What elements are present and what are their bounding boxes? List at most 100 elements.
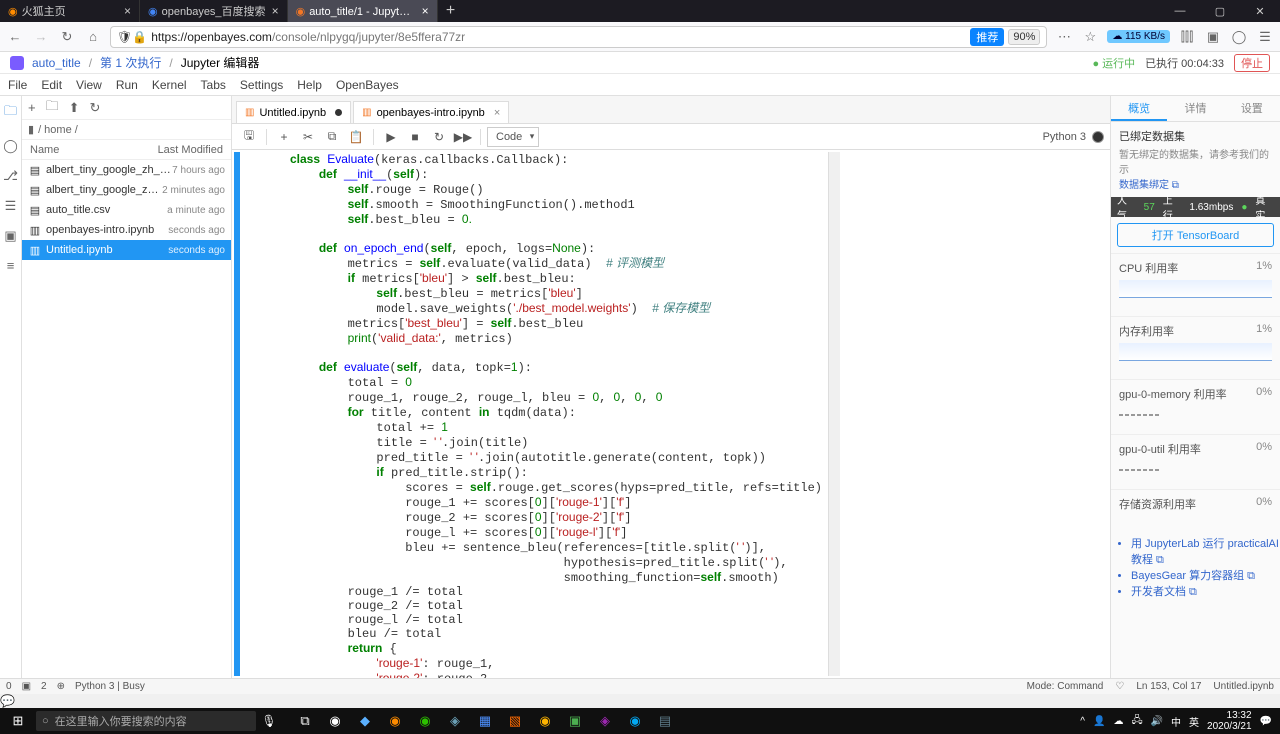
sidebar-icon[interactable]: ▣ xyxy=(1204,28,1222,46)
project-link[interactable]: auto_title xyxy=(32,56,81,70)
restart-button[interactable]: ↻ xyxy=(428,127,450,147)
run-link[interactable]: 第 1 次执行 xyxy=(100,54,161,71)
menu-settings[interactable]: Settings xyxy=(240,78,283,92)
folder-icon[interactable]: 🗀 xyxy=(4,102,17,124)
back-button[interactable]: ← xyxy=(6,28,24,46)
menu-view[interactable]: View xyxy=(76,78,102,92)
git-icon[interactable]: ⎇ xyxy=(3,168,18,184)
app4-icon[interactable]: ◉ xyxy=(530,708,560,734)
app5-icon[interactable]: ▣ xyxy=(560,708,590,734)
menu-icon[interactable]: ☰ xyxy=(1256,28,1274,46)
chrome-icon[interactable]: ◉ xyxy=(320,708,350,734)
library-icon[interactable]: ⫿⫿⫿ xyxy=(1178,28,1196,46)
restart-run-button[interactable]: ▶▶ xyxy=(452,127,474,147)
app-icon[interactable]: ◆ xyxy=(350,708,380,734)
tensorboard-button[interactable]: 打开 TensorBoard xyxy=(1117,223,1274,247)
sb-tab-icon[interactable]: ▣ xyxy=(22,681,31,692)
cell-type-select[interactable]: Code xyxy=(487,127,539,147)
vscode-icon[interactable]: ◈ xyxy=(440,708,470,734)
tray-cloud-icon[interactable]: ☁ xyxy=(1113,716,1123,727)
app3-icon[interactable]: ▧ xyxy=(500,708,530,734)
account-icon[interactable]: ◯ xyxy=(1230,28,1248,46)
tab-intro[interactable]: ▥openbayes-intro.ipynb× xyxy=(353,101,509,123)
sb-two[interactable]: 2 xyxy=(41,681,47,692)
copy-button[interactable]: ⧉ xyxy=(321,127,343,147)
cut-button[interactable]: ✂ xyxy=(297,127,319,147)
link-docs[interactable]: 开发者文档 ⧉ xyxy=(1131,584,1280,600)
menu-openbayes[interactable]: OpenBayes xyxy=(336,78,399,92)
browser-tab-1[interactable]: ◉火狐主页× xyxy=(0,0,140,22)
start-button[interactable]: ⊞ xyxy=(0,713,36,729)
tray-vol-icon[interactable]: 🔊 xyxy=(1151,716,1163,727)
wechat-icon[interactable]: ◉ xyxy=(410,708,440,734)
stop-button[interactable]: 停止 xyxy=(1234,54,1270,72)
recommend-badge[interactable]: 推荐 xyxy=(970,28,1004,46)
zoom-level[interactable]: 90% xyxy=(1008,29,1040,45)
extension-icon[interactable]: ≡ xyxy=(7,258,15,273)
tray-net-icon[interactable]: 🖧 xyxy=(1131,713,1142,730)
menu-kernel[interactable]: Kernel xyxy=(152,78,187,92)
browser-tab-3[interactable]: ◉auto_title/1 - Jupyter 编辑器× xyxy=(288,0,438,22)
kernel-name[interactable]: Python 3 xyxy=(1043,131,1086,143)
search-box[interactable]: ○在这里输入你要搜索的内容 xyxy=(36,711,256,731)
running-icon[interactable]: ◯ xyxy=(3,138,18,154)
notification-icon[interactable]: 💬 xyxy=(1260,716,1272,727)
app8-icon[interactable]: ▤ xyxy=(650,708,680,734)
scrollbar[interactable] xyxy=(828,152,840,676)
forward-button[interactable]: → xyxy=(32,28,50,46)
clock[interactable]: 13:322020/3/21 xyxy=(1207,710,1252,732)
new-launcher-icon[interactable]: + xyxy=(28,100,36,115)
sb-launcher[interactable]: ⊕ xyxy=(57,681,65,692)
link-bayesgear[interactable]: BayesGear 算力容器组 ⧉ xyxy=(1131,568,1280,584)
file-row[interactable]: ▥openbayes-intro.ipynbseconds ago xyxy=(22,220,231,240)
firefox-icon[interactable]: ◉ xyxy=(380,708,410,734)
file-row[interactable]: ▤albert_tiny_google_zh_489k7 hours ago xyxy=(22,160,231,180)
stop-button[interactable]: ■ xyxy=(404,127,426,147)
paste-button[interactable]: 📋 xyxy=(345,127,367,147)
minimize-button[interactable]: — xyxy=(1160,5,1200,18)
browser-tab-2[interactable]: ◉openbayes_百度搜索× xyxy=(140,0,288,22)
tab-untitled[interactable]: ▥Untitled.ipynb xyxy=(236,101,351,123)
new-tab-button[interactable]: + xyxy=(438,2,464,20)
run-button[interactable]: ▶ xyxy=(380,127,402,147)
commands-icon[interactable]: ☰ xyxy=(5,198,17,214)
tab-settings[interactable]: 设置 xyxy=(1224,96,1280,121)
tray-ime2[interactable]: 英 xyxy=(1189,714,1199,729)
breadcrumb[interactable]: ▮ / home / xyxy=(22,120,231,140)
tabs-icon[interactable]: ▣ xyxy=(4,228,16,244)
new-folder-icon[interactable]: 🗀 xyxy=(46,97,59,119)
tray-people-icon[interactable]: 👤 xyxy=(1093,716,1105,727)
tray-up-icon[interactable]: ^ xyxy=(1080,716,1085,727)
close-icon[interactable]: × xyxy=(422,4,429,18)
close-icon[interactable]: × xyxy=(124,4,131,18)
refresh-icon[interactable]: ↻ xyxy=(90,100,101,116)
upload-icon[interactable]: ⬆ xyxy=(69,100,80,116)
menu-edit[interactable]: Edit xyxy=(41,78,62,92)
menu-help[interactable]: Help xyxy=(297,78,322,92)
file-row[interactable]: ▥Untitled.ipynbseconds ago xyxy=(22,240,231,260)
close-button[interactable]: ✕ xyxy=(1240,5,1280,18)
sb-zero[interactable]: 0 xyxy=(6,681,12,692)
dataset-link[interactable]: 数据集绑定 ⧉ xyxy=(1119,176,1272,191)
code-cell[interactable]: class Evaluate(keras.callbacks.Callback)… xyxy=(232,150,1110,678)
app6-icon[interactable]: ◈ xyxy=(590,708,620,734)
code-editor[interactable]: class Evaluate(keras.callbacks.Callback)… xyxy=(240,152,828,676)
more-icon[interactable]: ⋯ xyxy=(1055,28,1073,46)
tray-ime1[interactable]: 中 xyxy=(1171,714,1181,729)
file-row[interactable]: ▤albert_tiny_google_zh_489k.zip2 minutes… xyxy=(22,180,231,200)
close-icon[interactable]: × xyxy=(494,107,500,119)
mic-icon[interactable]: 🎙 xyxy=(256,714,282,728)
star-icon[interactable]: ☆ xyxy=(1081,28,1099,46)
app2-icon[interactable]: ▦ xyxy=(470,708,500,734)
menu-file[interactable]: File xyxy=(8,78,27,92)
tab-overview[interactable]: 概览 xyxy=(1111,96,1167,121)
chat-fab[interactable]: 💬 xyxy=(0,694,1280,708)
link-practical-ai[interactable]: 用 JupyterLab 运行 practicalAI 教程 ⧉ xyxy=(1131,536,1280,568)
address-input[interactable]: 🛡 🔒 https://openbayes.com/console/nlpygq… xyxy=(110,26,1047,48)
sb-heart-icon[interactable]: ♡ xyxy=(1115,681,1124,692)
sb-kernel[interactable]: Python 3 | Busy xyxy=(75,681,145,692)
home-button[interactable]: ⌂ xyxy=(84,28,102,46)
insert-cell-button[interactable]: + xyxy=(273,127,295,147)
file-row[interactable]: ▤auto_title.csva minute ago xyxy=(22,200,231,220)
menu-tabs[interactable]: Tabs xyxy=(201,78,226,92)
